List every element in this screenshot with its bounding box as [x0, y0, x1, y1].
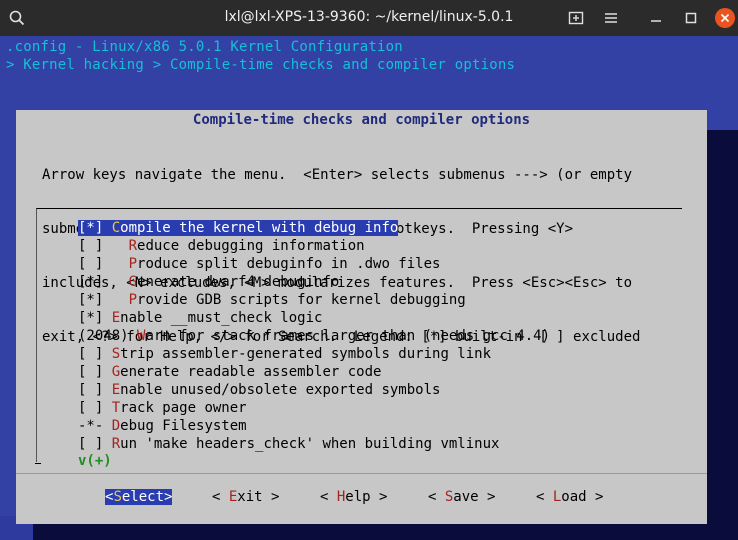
- menu-item-marker: [*]: [78, 292, 129, 308]
- menu-item[interactable]: [ ] Reduce debugging information: [78, 237, 550, 255]
- menu-item-marker: [ ]: [78, 346, 112, 362]
- menu-item-hotkey: P: [128, 256, 138, 272]
- button-close-text: >: [164, 489, 173, 505]
- menu-item-marker: [ ]: [78, 436, 112, 452]
- help-button[interactable]: < Help >: [320, 489, 387, 505]
- menu-item[interactable]: [ ] Strip assembler-generated symbols du…: [78, 345, 550, 363]
- menu-item[interactable]: [*] Generate dwarf4 debuginfo: [78, 273, 550, 291]
- menu-item-label: rovide GDB scripts for kernel debugging: [137, 292, 466, 308]
- dialog-title: Compile-time checks and compiler options: [192, 112, 531, 128]
- menu-item-label: enerate readable assembler code: [120, 364, 382, 380]
- menu-item-marker: [*]: [78, 220, 112, 236]
- close-icon[interactable]: [715, 8, 735, 28]
- menu-item-label: un 'make headers_check' when building vm…: [120, 436, 500, 452]
- select-button[interactable]: <Select>: [105, 489, 173, 505]
- button-rest-text: elp: [345, 489, 371, 505]
- terminal-area[interactable]: .config - Linux/x86 5.0.1 Kernel Configu…: [0, 36, 738, 540]
- menu-item-marker: [*]: [78, 274, 129, 290]
- button-rest-text: ave: [453, 489, 479, 505]
- help-line: Arrow keys navigate the menu. <Enter> se…: [42, 167, 633, 183]
- button-rest-text: oad: [561, 489, 587, 505]
- menu-item-marker: [ ]: [78, 382, 112, 398]
- menu-breadcrumb: > Kernel hacking > Compile-time checks a…: [6, 57, 516, 73]
- window-title: lxl@lxl-XPS-13-9360: ~/kernel/linux-5.0.…: [224, 9, 514, 25]
- menu-item[interactable]: [ ] Run 'make headers_check' when buildi…: [78, 435, 550, 453]
- menu-list: [*] Compile the kernel with debug info[ …: [78, 219, 550, 453]
- menu-item[interactable]: [*] Compile the kernel with debug info: [78, 219, 550, 237]
- exit-button[interactable]: < Exit >: [212, 489, 279, 505]
- menu-item-hotkey: C: [111, 220, 121, 236]
- menu-item-marker: [ ]: [78, 364, 112, 380]
- menu-item-hotkey: G: [111, 364, 121, 380]
- menu-item[interactable]: [ ] Track page owner: [78, 399, 550, 417]
- menu-item-hotkey: T: [111, 400, 121, 416]
- save-button[interactable]: < Save >: [428, 489, 495, 505]
- menu-item-marker: [ ]: [78, 238, 129, 254]
- menu-item-marker: [ ]: [78, 256, 129, 272]
- menu-item-marker: [ ]: [78, 400, 112, 416]
- menu-item-hotkey: E: [111, 310, 121, 326]
- button-close-text: >: [370, 489, 388, 505]
- menu-item[interactable]: (2048) Warn for stack frames larger than…: [78, 327, 550, 345]
- menu-item-label: ebug Filesystem: [120, 418, 247, 434]
- minimize-icon[interactable]: [645, 7, 667, 29]
- button-open-text: <: [212, 489, 229, 505]
- menu-item[interactable]: [ ] Enable unused/obsolete exported symb…: [78, 381, 550, 399]
- button-close-text: >: [586, 489, 604, 505]
- menu-item-hotkey: P: [128, 292, 138, 308]
- more-items-indicator: v(+): [78, 453, 112, 469]
- menu-item-marker: -*-: [78, 418, 112, 434]
- menu-item-marker: (2048): [78, 328, 138, 344]
- new-tab-icon[interactable]: [565, 7, 587, 29]
- menu-item-label: enerate dwarf4 debuginfo: [137, 274, 340, 290]
- menu-item-label: educe debugging information: [137, 238, 365, 254]
- menu-item-label: roduce split debuginfo in .dwo files: [137, 256, 441, 272]
- button-open-text: <: [320, 489, 337, 505]
- window-titlebar: lxl@lxl-XPS-13-9360: ~/kernel/linux-5.0.…: [0, 0, 738, 36]
- menu-item[interactable]: [*] Enable __must_check logic: [78, 309, 550, 327]
- menu-item[interactable]: [*] Provide GDB scripts for kernel debug…: [78, 291, 550, 309]
- menu-item-label: nable unused/obsolete exported symbols: [120, 382, 441, 398]
- menu-item[interactable]: [ ] Produce split debuginfo in .dwo file…: [78, 255, 550, 273]
- menu-item-hotkey: R: [128, 238, 138, 254]
- button-close-text: >: [478, 489, 496, 505]
- menu-item-hotkey: D: [111, 418, 121, 434]
- button-close-text: >: [262, 489, 280, 505]
- menu-item[interactable]: -*- Debug Filesystem: [78, 417, 550, 435]
- button-rest-text: elect: [121, 489, 165, 505]
- menu-item-marker: [*]: [78, 310, 112, 326]
- button-divider: [16, 473, 707, 474]
- menu-item-label: trip assembler-generated symbols during …: [120, 346, 492, 362]
- menu-item-label: rack page owner: [120, 400, 247, 416]
- button-hot-text: S: [113, 489, 122, 505]
- menu-item-label: nable __must_check logic: [120, 310, 323, 326]
- menu-item-hotkey: S: [111, 346, 121, 362]
- menu-item[interactable]: [ ] Generate readable assembler code: [78, 363, 550, 381]
- button-rest-text: xit: [237, 489, 263, 505]
- button-open-text: <: [536, 489, 553, 505]
- menu-icon[interactable]: [600, 7, 622, 29]
- config-header: .config - Linux/x86 5.0.1 Kernel Configu…: [6, 39, 403, 55]
- menu-item-label: arn for stack frames larger than (needs …: [145, 328, 551, 344]
- menu-item-label: ompile the kernel with debug info: [120, 220, 399, 236]
- menu-item-hotkey: G: [128, 274, 138, 290]
- maximize-icon[interactable]: [680, 7, 702, 29]
- button-open-text: <: [428, 489, 445, 505]
- load-button[interactable]: < Load >: [536, 489, 603, 505]
- menu-item-hotkey: R: [111, 436, 121, 452]
- menu-item-hotkey: E: [111, 382, 121, 398]
- menuconfig-dialog: Compile-time checks and compiler options…: [16, 110, 707, 524]
